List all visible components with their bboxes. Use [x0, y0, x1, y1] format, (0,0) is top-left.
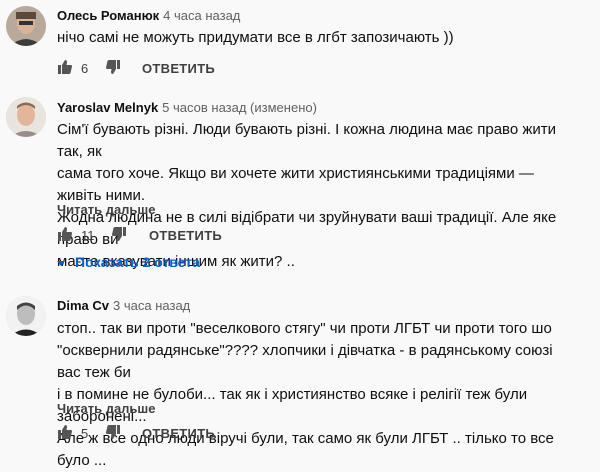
like-count: 6	[81, 61, 89, 76]
timestamp[interactable]: 3 часа назад	[113, 298, 190, 313]
author-name[interactable]: Dima Cv	[57, 298, 109, 313]
user-photo-icon	[6, 296, 46, 336]
comment-header: Yaroslav Melnyk 5 часов назад (изменено)	[57, 100, 317, 115]
timestamp[interactable]: 5 часов назад (изменено)	[162, 100, 317, 115]
comment-text: Сім'ї бувають різні. Люди бувають різні.…	[57, 119, 577, 273]
thumbs-down-icon[interactable]	[111, 226, 127, 242]
avatar[interactable]	[6, 6, 46, 46]
reply-button[interactable]: ОТВЕТИТЬ	[142, 426, 215, 441]
avatar[interactable]	[6, 296, 46, 336]
thumbs-up-icon[interactable]	[57, 59, 73, 75]
avatar[interactable]	[6, 97, 46, 137]
read-more-link[interactable]: Читать дальше	[57, 202, 156, 217]
user-photo-icon	[6, 6, 46, 46]
comment-line: Але ж все одно люди віручі були, так сам…	[57, 430, 554, 469]
comment-header: Олесь Романюк 4 часа назад	[57, 8, 240, 23]
comment-line: нічо самі не можуть придумати все в лгбт…	[57, 29, 454, 46]
author-name[interactable]: Yaroslav Melnyk	[57, 100, 158, 115]
read-more-link[interactable]: Читать дальше	[57, 401, 156, 416]
like-count: 5	[81, 426, 89, 441]
comment-line: Сім'ї бувають різні. Люди бувають різні.…	[57, 121, 557, 160]
chevron-down-icon	[57, 260, 65, 266]
timestamp[interactable]: 4 часа назад	[163, 8, 240, 23]
comment-line: сама того хоче. Якщо ви хочете жити хрис…	[57, 165, 534, 204]
comment-line: стоп.. так ви проти "веселкового стягу" …	[57, 320, 552, 337]
comment-text: нічо самі не можуть придумати все в лгбт…	[57, 27, 577, 49]
show-replies-label: Показать 2 ответа	[75, 254, 200, 270]
thumbs-down-icon[interactable]	[105, 59, 121, 75]
thumbs-down-icon[interactable]	[105, 424, 121, 440]
comment-text: стоп.. так ви проти "веселкового стягу" …	[57, 318, 577, 472]
reply-button[interactable]: ОТВЕТИТЬ	[142, 61, 215, 76]
thumbs-up-icon[interactable]	[57, 226, 73, 242]
thumbs-up-icon[interactable]	[57, 424, 73, 440]
comment-header: Dima Cv 3 часа назад	[57, 298, 190, 313]
user-photo-icon	[6, 97, 46, 137]
comment-line: "осквернили радянське"???? хлопчики і ді…	[57, 342, 553, 381]
reply-button[interactable]: ОТВЕТИТЬ	[149, 228, 222, 243]
show-replies-button[interactable]: Показать 2 ответа	[57, 254, 200, 270]
like-count: 11	[81, 228, 95, 243]
author-name[interactable]: Олесь Романюк	[57, 8, 159, 23]
